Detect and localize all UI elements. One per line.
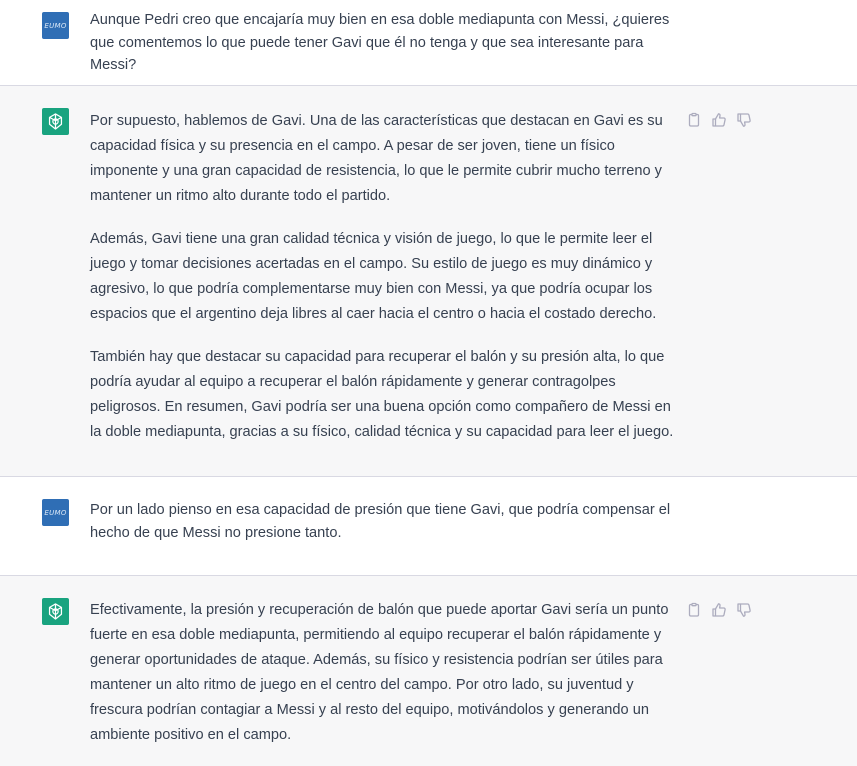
- message-text: Aunque Pedri creo que encajaría muy bien…: [90, 9, 680, 77]
- message-actions: [686, 602, 752, 618]
- assistant-avatar: [42, 108, 69, 135]
- assistant-message: Por supuesto, hablemos de Gavi. Una de l…: [0, 86, 857, 477]
- user-avatar: EUMO: [42, 12, 69, 39]
- assistant-message: Efectivamente, la presión y recuperación…: [0, 576, 857, 766]
- message-paragraph: Efectivamente, la presión y recuperación…: [90, 602, 669, 743]
- user-avatar: EUMO: [42, 499, 69, 526]
- message-paragraph: Por supuesto, hablemos de Gavi. Una de l…: [90, 113, 663, 204]
- openai-logo-icon: [48, 603, 63, 620]
- thumbs-up-icon[interactable]: [711, 602, 727, 618]
- message-actions: [686, 112, 752, 128]
- thumbs-down-icon[interactable]: [736, 112, 752, 128]
- message-paragraph: También hay que destacar su capacidad pa…: [90, 349, 674, 440]
- user-avatar-label: EUMO: [44, 21, 67, 30]
- user-avatar-label: EUMO: [44, 508, 67, 517]
- message-text: Por supuesto, hablemos de Gavi. Una de l…: [90, 109, 680, 445]
- chat-thread: EUMO Aunque Pedri creo que encajaría muy…: [0, 0, 857, 766]
- message-text: Efectivamente, la presión y recuperación…: [90, 598, 680, 748]
- message-paragraph: Además, Gavi tiene una gran calidad técn…: [90, 231, 657, 322]
- message-paragraph: Por un lado pienso en esa capacidad de p…: [90, 502, 671, 541]
- message-text: Por un lado pienso en esa capacidad de p…: [90, 499, 680, 544]
- clipboard-icon[interactable]: [686, 112, 702, 128]
- thumbs-down-icon[interactable]: [736, 602, 752, 618]
- clipboard-icon[interactable]: [686, 602, 702, 618]
- user-message: EUMO Por un lado pienso en esa capacidad…: [0, 477, 857, 576]
- openai-logo-icon: [48, 113, 63, 130]
- assistant-avatar: [42, 598, 69, 625]
- user-message: EUMO Aunque Pedri creo que encajaría muy…: [0, 0, 857, 86]
- thumbs-up-icon[interactable]: [711, 112, 727, 128]
- message-paragraph: Aunque Pedri creo que encajaría muy bien…: [90, 12, 670, 73]
